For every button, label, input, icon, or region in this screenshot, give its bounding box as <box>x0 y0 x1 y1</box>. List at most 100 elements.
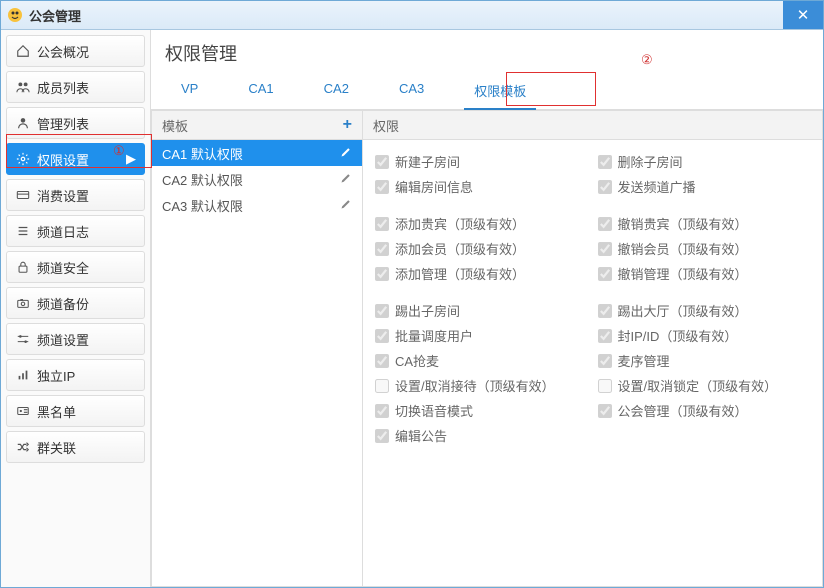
permission-item[interactable]: 撤销会员（顶级有效） <box>598 239 811 258</box>
sidebar-item-8[interactable]: 频道设置 <box>6 323 145 355</box>
permission-item[interactable]: 踢出大厅（顶级有效） <box>598 301 811 320</box>
permission-checkbox[interactable] <box>598 180 612 194</box>
sidebar-item-label: 独立IP <box>37 366 75 385</box>
permission-label: 踢出大厅（顶级有效） <box>618 301 748 320</box>
tab-4[interactable]: 权限模板 <box>464 73 536 110</box>
permission-checkbox[interactable] <box>598 217 612 231</box>
annotation-2: ② <box>641 52 653 68</box>
sidebar-item-11[interactable]: 群关联 <box>6 431 145 463</box>
tab-2[interactable]: CA2 <box>314 73 359 110</box>
sidebar-item-label: 频道安全 <box>37 258 89 277</box>
permission-checkbox[interactable] <box>375 404 389 418</box>
template-label: CA1 默认权限 <box>162 144 243 163</box>
permission-item[interactable]: 公会管理（顶级有效） <box>598 401 811 420</box>
sidebar-item-4[interactable]: 消费设置 <box>6 179 145 211</box>
window-title: 公会管理 <box>29 6 81 25</box>
sidebar-item-0[interactable]: 公会概况 <box>6 35 145 67</box>
permission-checkbox[interactable] <box>375 267 389 281</box>
permission-item[interactable]: 添加贵宾（顶级有效） <box>375 214 588 233</box>
permission-item[interactable]: 麦序管理 <box>598 351 811 370</box>
permission-label: 设置/取消锁定（顶级有效） <box>618 376 778 395</box>
template-row-0[interactable]: CA1 默认权限 <box>152 140 362 166</box>
permission-checkbox[interactable] <box>375 429 389 443</box>
shuffle-icon <box>15 440 31 454</box>
card-icon <box>15 188 31 202</box>
permission-checkbox[interactable] <box>598 267 612 281</box>
sidebar-item-label: 频道备份 <box>37 294 89 313</box>
permission-checkbox[interactable] <box>375 329 389 343</box>
permission-item[interactable]: 发送频道广播 <box>598 177 811 196</box>
edit-template-button[interactable] <box>340 146 352 161</box>
sidebar-item-5[interactable]: 频道日志 <box>6 215 145 247</box>
idcard-icon <box>15 404 31 418</box>
permission-label: 设置/取消接待（顶级有效） <box>395 376 555 395</box>
permission-checkbox[interactable] <box>375 242 389 256</box>
permission-item[interactable]: 删除子房间 <box>598 152 811 171</box>
tab-3[interactable]: CA3 <box>389 73 434 110</box>
permission-checkbox[interactable] <box>598 329 612 343</box>
sidebar-item-label: 权限设置 <box>37 150 89 169</box>
permission-item[interactable]: 批量调度用户 <box>375 326 588 345</box>
permission-checkbox[interactable] <box>598 155 612 169</box>
permission-checkbox[interactable] <box>598 304 612 318</box>
permission-body: 新建子房间 删除子房间编辑房间信息 发送频道广播添加贵宾（顶级有效） 撤销贵宾（顶级有… <box>363 140 822 586</box>
permission-label: 编辑公告 <box>395 426 447 445</box>
template-label: CA3 默认权限 <box>162 196 243 215</box>
tabs: VP CA1 CA2 CA3 权限模板 <box>171 72 823 109</box>
sidebar-item-label: 群关联 <box>37 438 76 457</box>
add-template-button[interactable]: + <box>343 116 352 134</box>
permission-item[interactable]: 新建子房间 <box>375 152 588 171</box>
permission-item[interactable]: 编辑公告 <box>375 426 588 445</box>
permission-item[interactable]: 撤销贵宾（顶级有效） <box>598 214 811 233</box>
sidebar-item-7[interactable]: 频道备份 <box>6 287 145 319</box>
permission-item[interactable]: CA抢麦 <box>375 351 588 370</box>
titlebar: 公会管理 ✕ <box>1 1 823 30</box>
sidebar-item-10[interactable]: 黑名单 <box>6 395 145 427</box>
sidebar-item-9[interactable]: 独立IP <box>6 359 145 391</box>
sidebar-item-6[interactable]: 频道安全 <box>6 251 145 283</box>
sidebar-item-label: 成员列表 <box>37 78 89 97</box>
permission-checkbox[interactable] <box>598 242 612 256</box>
permission-item[interactable]: 切换语音模式 <box>375 401 588 420</box>
permission-label: CA抢麦 <box>395 351 439 370</box>
permission-label: 发送频道广播 <box>618 177 696 196</box>
tab-1[interactable]: CA1 <box>238 73 283 110</box>
template-pane: 模板 + CA1 默认权限CA2 默认权限CA3 默认权限 <box>152 111 363 586</box>
permission-checkbox[interactable] <box>375 354 389 368</box>
window-close-button[interactable]: ✕ <box>783 1 823 29</box>
edit-template-button[interactable] <box>340 198 352 213</box>
permission-checkbox[interactable] <box>598 354 612 368</box>
permission-item[interactable]: 撤销管理（顶级有效） <box>598 264 811 283</box>
permission-item[interactable]: 踢出子房间 <box>375 301 588 320</box>
sidebar-item-label: 频道日志 <box>37 222 89 241</box>
permission-checkbox[interactable] <box>598 379 612 393</box>
permission-label: 撤销会员（顶级有效） <box>618 239 748 258</box>
lock-icon <box>15 260 31 274</box>
permission-label: 撤销贵宾（顶级有效） <box>618 214 748 233</box>
bars-icon <box>15 368 31 382</box>
permission-checkbox[interactable] <box>375 217 389 231</box>
permission-item[interactable]: 添加会员（顶级有效） <box>375 239 588 258</box>
permission-item[interactable]: 添加管理（顶级有效） <box>375 264 588 283</box>
template-row-1[interactable]: CA2 默认权限 <box>152 166 362 192</box>
annotation-1: ① <box>113 143 125 159</box>
sidebar-item-label: 消费设置 <box>37 186 89 205</box>
permission-label: 撤销管理（顶级有效） <box>618 264 748 283</box>
tab-0[interactable]: VP <box>171 73 208 110</box>
edit-template-button[interactable] <box>340 172 352 187</box>
template-row-2[interactable]: CA3 默认权限 <box>152 192 362 218</box>
permission-checkbox[interactable] <box>375 379 389 393</box>
sidebar-item-1[interactable]: 成员列表 <box>6 71 145 103</box>
permission-item[interactable]: 编辑房间信息 <box>375 177 588 196</box>
permission-checkbox[interactable] <box>375 180 389 194</box>
permission-label: 删除子房间 <box>618 152 683 171</box>
permission-item[interactable]: 设置/取消接待（顶级有效） <box>375 376 588 395</box>
sidebar-item-2[interactable]: 管理列表 <box>6 107 145 139</box>
list-icon <box>15 224 31 238</box>
permission-checkbox[interactable] <box>375 304 389 318</box>
permission-checkbox[interactable] <box>598 404 612 418</box>
permission-checkbox[interactable] <box>375 155 389 169</box>
permission-item[interactable]: 设置/取消锁定（顶级有效） <box>598 376 811 395</box>
permission-item[interactable]: 封IP/ID（顶级有效） <box>598 326 811 345</box>
permission-label: 批量调度用户 <box>395 326 473 345</box>
